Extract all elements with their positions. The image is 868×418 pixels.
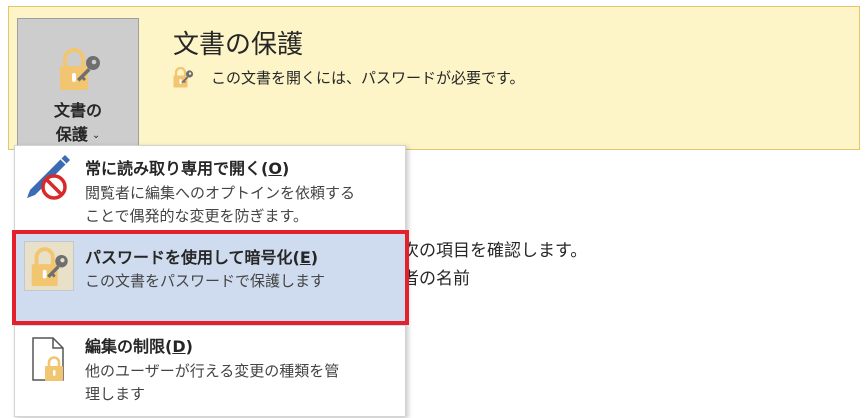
accelerator-key: O: [268, 159, 282, 178]
menu-item-description: 他のユーザーが行える変更の種類を管 理します: [85, 362, 340, 403]
protect-button-label-line1: 文書の: [53, 101, 102, 120]
menu-item-description: 閲覧者に編集へのオプトインを依頼する ことで偶発的な変更を防ぎます。: [85, 184, 356, 225]
lock-key-icon: [24, 241, 74, 291]
protection-status-text: この文書を開くには、パスワードが必要です。: [211, 69, 525, 87]
menu-item-restrict-editing[interactable]: 編集の制限(D) 他のユーザーが行える変更の種類を管 理します: [15, 328, 405, 418]
pen-no-icon: [27, 155, 70, 200]
lock-key-icon: [60, 48, 100, 90]
menu-item-always-open-read-only[interactable]: 常に読み取り専用で開く(O) 閲覧者に編集へのオプトインを依頼する ことで偶発的な…: [15, 146, 405, 232]
protect-document-menu: 常に読み取り専用で開く(O) 閲覧者に編集へのオプトインを依頼する ことで偶発的な…: [14, 145, 406, 417]
protect-button-label-line2: 保護 ⌄: [18, 121, 138, 145]
document-lock-icon: [32, 337, 64, 381]
menu-item-title: パスワードを使用して暗号化(E): [85, 248, 319, 267]
menu-item-encrypt-with-password[interactable]: パスワードを使用して暗号化(E) この文書をパスワードで保護します: [15, 234, 405, 326]
lock-key-icon: [173, 66, 194, 88]
accelerator-key: D: [172, 337, 186, 356]
menu-item-title: 常に読み取り専用で開く(O): [85, 159, 290, 178]
protect-title: 文書の保護: [173, 30, 304, 60]
menu-item-title: 編集の制限(D): [85, 337, 193, 356]
chevron-down-icon: ⌄: [91, 130, 101, 141]
inspect-item-author-name: 者の名前: [402, 269, 470, 289]
inspect-description: 次の項目を確認します。: [402, 241, 588, 261]
protect-document-panel: 文書の 保護 ⌄ 文書の保護 この文書を開くには、パスワードが必要です。: [8, 6, 860, 150]
protect-document-button[interactable]: 文書の 保護 ⌄: [17, 18, 139, 146]
accelerator-key: E: [299, 248, 311, 267]
protect-button-label: 保護: [55, 125, 88, 144]
menu-item-description: この文書をパスワードで保護します: [85, 272, 326, 290]
